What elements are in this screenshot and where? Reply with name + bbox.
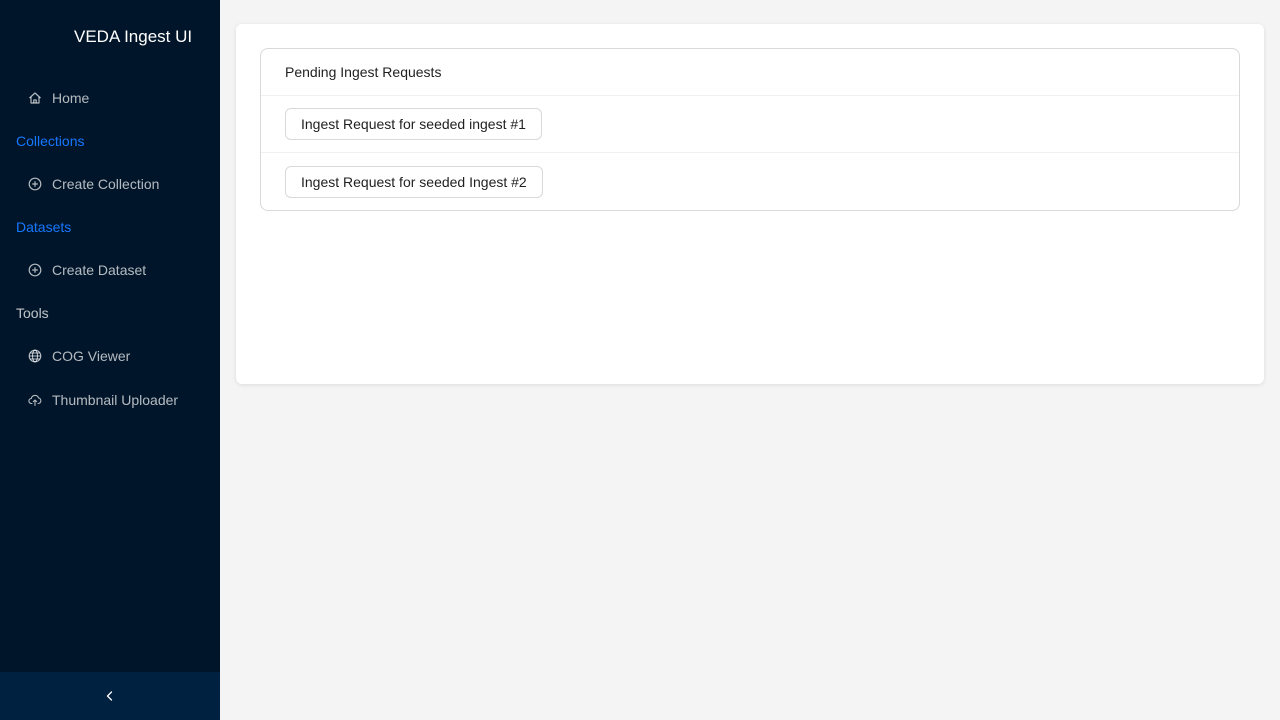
sidebar-group-collections[interactable]: Collections (16, 130, 84, 152)
plus-circle-icon (28, 177, 42, 191)
sidebar-group-tools[interactable]: Tools (16, 302, 49, 324)
home-icon (28, 91, 42, 105)
sidebar-collapse-button[interactable] (0, 672, 220, 720)
main-content-card: Pending Ingest Requests Ingest Request f… (236, 24, 1264, 384)
ingest-request-button[interactable]: Ingest Request for seeded ingest #1 (285, 108, 542, 140)
list-item: Ingest Request for seeded Ingest #2 (261, 153, 1239, 210)
sidebar: VEDA Ingest UI Home Collections Create C… (0, 0, 220, 720)
globe-icon (28, 349, 42, 363)
app-title: VEDA Ingest UI (74, 27, 193, 46)
sidebar-item-label: Home (52, 90, 90, 106)
sidebar-item-thumbnail-uploader[interactable]: Thumbnail Uploader (0, 380, 220, 420)
cloud-upload-icon (28, 393, 42, 407)
sidebar-item-label: Create Dataset (52, 262, 147, 278)
list-header: Pending Ingest Requests (261, 49, 1239, 96)
sidebar-group-datasets[interactable]: Datasets (16, 216, 71, 238)
sidebar-item-label: Create Collection (52, 176, 160, 192)
sidebar-item-create-dataset[interactable]: Create Dataset (0, 250, 220, 290)
ingest-request-button[interactable]: Ingest Request for seeded Ingest #2 (285, 165, 543, 198)
sidebar-item-cog-viewer[interactable]: COG Viewer (0, 336, 220, 376)
sidebar-item-label: COG Viewer (52, 348, 131, 364)
sidebar-item-home[interactable]: Home (0, 78, 220, 118)
list-item: Ingest Request for seeded ingest #1 (261, 96, 1239, 153)
pending-requests-list: Pending Ingest Requests Ingest Request f… (260, 48, 1240, 211)
sidebar-item-label: Thumbnail Uploader (52, 392, 179, 408)
plus-circle-icon (28, 263, 42, 277)
chevron-left-icon (104, 690, 116, 702)
sidebar-item-create-collection[interactable]: Create Collection (0, 164, 220, 204)
